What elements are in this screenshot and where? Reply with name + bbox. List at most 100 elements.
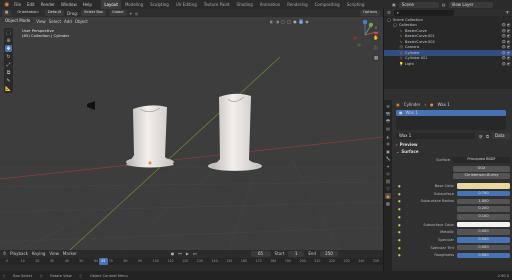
proportional-icon[interactable]: ◎ xyxy=(135,11,139,16)
texture-tab-icon[interactable]: ▩ xyxy=(385,201,391,207)
menu-add[interactable]: Add xyxy=(64,19,72,24)
value-slider[interactable]: 0.700 xyxy=(457,190,510,197)
menu-marker[interactable]: Marker xyxy=(63,251,77,256)
value-slider[interactable]: 0.100 xyxy=(457,214,510,220)
render-tab-icon[interactable]: 📷 xyxy=(385,111,391,117)
candle-right[interactable] xyxy=(208,93,262,171)
world-tab-icon[interactable]: ◍ xyxy=(385,141,391,147)
jump-end-icon[interactable]: ⏭ xyxy=(193,251,197,256)
distribution-dropdown[interactable]: GGX xyxy=(453,166,510,172)
visibility-toggle-icon[interactable]: 👁 ◩ xyxy=(499,51,512,55)
camera-object[interactable] xyxy=(87,101,95,110)
menu-timeline-view[interactable]: View xyxy=(49,251,59,256)
menu-edit[interactable]: Edit xyxy=(24,0,38,9)
candle-left[interactable] xyxy=(126,105,174,168)
duplicate-material-icon[interactable]: ⧉ xyxy=(486,134,489,139)
visibility-toggle-icon[interactable]: 👁 ◩ xyxy=(499,62,512,66)
zoom-icon[interactable]: ⌕ xyxy=(372,24,380,32)
transform-icon[interactable]: ⧉ xyxy=(5,69,12,76)
menu-window[interactable]: Window xyxy=(58,0,80,9)
view-layer-field[interactable]: View Layer xyxy=(448,1,493,8)
material-slot-row[interactable]: ● Wax 1 xyxy=(396,110,506,116)
constraints-tab-icon[interactable]: ⛓ xyxy=(385,178,391,184)
tab-sculpting[interactable]: Sculpting xyxy=(147,0,173,9)
jump-start-icon[interactable]: ⏮ xyxy=(178,251,182,256)
filter-icon[interactable]: ⧩ xyxy=(505,10,509,15)
visibility-toggle-icon[interactable]: 👁 ◩ xyxy=(499,29,512,33)
drag-dropdown[interactable]: Select Box xyxy=(81,10,107,16)
tab-shading[interactable]: Shading xyxy=(233,0,256,9)
solid-shading-icon[interactable]: ● xyxy=(293,19,297,24)
camera-view-icon[interactable]: 🎥 xyxy=(372,44,380,52)
end-frame-field[interactable]: 250 xyxy=(319,250,338,257)
outliner-item[interactable]: 💡 Light 👁 ◩ xyxy=(384,61,512,67)
particles-tab-icon[interactable]: ✦ xyxy=(385,163,391,169)
menu-object[interactable]: Object xyxy=(75,19,88,24)
tab-modeling[interactable]: Modeling xyxy=(121,0,146,9)
tool-tab-icon[interactable]: ⚒ xyxy=(385,103,391,109)
subsurface-method-dropdown[interactable]: Christensen-Burley xyxy=(453,173,510,179)
scene-tab-icon[interactable]: ◭ xyxy=(385,133,391,139)
menu-render[interactable]: Render xyxy=(38,0,58,9)
color-swatch[interactable] xyxy=(457,221,510,228)
value-slider[interactable]: 0.000 xyxy=(457,244,510,251)
record-icon[interactable]: ● xyxy=(171,251,175,256)
outliner-search[interactable]: ⌕ xyxy=(393,9,454,16)
value-slider[interactable]: 0.500 xyxy=(457,252,510,259)
menu-playback[interactable]: Playback xyxy=(10,251,28,256)
orientation-dropdown[interactable]: Default xyxy=(44,10,65,16)
timeline-ruler[interactable]: 0 10 20 30 40 50 60 70 80 90 100 110 120 130 140 150 160… xyxy=(0,258,383,265)
data-tab-icon[interactable]: ▽ xyxy=(385,186,391,192)
annotate-icon[interactable]: ✎ xyxy=(5,77,12,84)
wireframe-shading-icon[interactable]: ◯ xyxy=(287,19,291,24)
color-swatch[interactable] xyxy=(457,183,510,189)
menu-view[interactable]: View xyxy=(36,19,46,24)
view-layer-tab-icon[interactable]: ▤ xyxy=(385,126,391,132)
visibility-toggle-icon[interactable]: 👁 ◩ xyxy=(499,45,512,49)
socket-icon[interactable]: ● xyxy=(398,215,402,219)
start-frame-field[interactable]: 1 xyxy=(288,250,305,257)
physics-tab-icon[interactable]: ◎ xyxy=(385,171,391,177)
material-shading-icon[interactable]: ◍ xyxy=(298,18,304,24)
outliner-editor-icon[interactable]: ☰ xyxy=(387,10,391,15)
play-icon[interactable]: ▶ xyxy=(186,251,189,256)
object-tab-icon[interactable]: ▣ xyxy=(385,148,391,154)
value-slider[interactable]: 0.000 xyxy=(457,229,510,235)
visibility-toggle-icon[interactable]: 👁 ◩ xyxy=(499,40,512,44)
tab-animation[interactable]: Animation xyxy=(256,0,283,9)
material-datablock-field[interactable]: Wax 1 xyxy=(396,133,476,139)
rendered-shading-icon[interactable]: ◉ xyxy=(305,19,309,24)
xray-icon[interactable]: ▢ xyxy=(281,19,285,24)
visibility-toggle-icon[interactable]: 👁 ◩ xyxy=(499,34,512,38)
blender-logo-icon[interactable]: ◉ xyxy=(2,1,11,8)
measure-icon[interactable]: 📐 xyxy=(5,85,12,92)
visibility-icon[interactable]: ◐ xyxy=(270,19,274,24)
scene-field[interactable]: Scene xyxy=(398,1,439,8)
transform-orientation-dropdown[interactable]: Global xyxy=(109,10,127,16)
value-slider[interactable]: 1.000 xyxy=(457,198,510,205)
link-dropdown[interactable]: Data xyxy=(492,133,510,139)
rotate-icon[interactable]: ↻ xyxy=(5,53,12,60)
socket-icon[interactable]: ● xyxy=(398,207,402,211)
surface-panel-header[interactable]: ⌄ Surface xyxy=(396,148,419,154)
ortho-toggle-icon[interactable]: ▦ xyxy=(372,54,380,62)
visibility-toggle-icon[interactable]: 👁 ◩ xyxy=(499,23,512,27)
preview-panel-header[interactable]: › Preview xyxy=(396,141,418,147)
tab-uv-editing[interactable]: UV Editing xyxy=(172,0,200,9)
mode-dropdown[interactable]: Object Mode xyxy=(2,18,34,24)
current-frame-field[interactable]: 65 xyxy=(250,250,271,257)
tab-rendering[interactable]: Rendering xyxy=(284,0,311,9)
tab-texture-paint[interactable]: Texture Paint xyxy=(200,0,233,9)
material-slot-list[interactable]: ● Wax 1 xyxy=(396,110,506,130)
editor-type-button[interactable]: ▦ xyxy=(2,10,12,16)
tab-scripting[interactable]: Scripting xyxy=(343,0,368,9)
value-slider[interactable]: 0.500 xyxy=(457,237,510,243)
menu-help[interactable]: Help xyxy=(80,0,95,9)
modifier-tab-icon[interactable]: 🔧 xyxy=(385,156,391,162)
move-icon[interactable]: ✥ xyxy=(5,45,12,52)
menu-keying[interactable]: Keying xyxy=(32,251,45,256)
overlay-icon[interactable]: ◑ xyxy=(276,19,280,24)
menu-file[interactable]: File xyxy=(11,0,24,9)
tab-layout[interactable]: Layout xyxy=(100,0,122,9)
tab-compositing[interactable]: Compositing xyxy=(311,0,343,9)
